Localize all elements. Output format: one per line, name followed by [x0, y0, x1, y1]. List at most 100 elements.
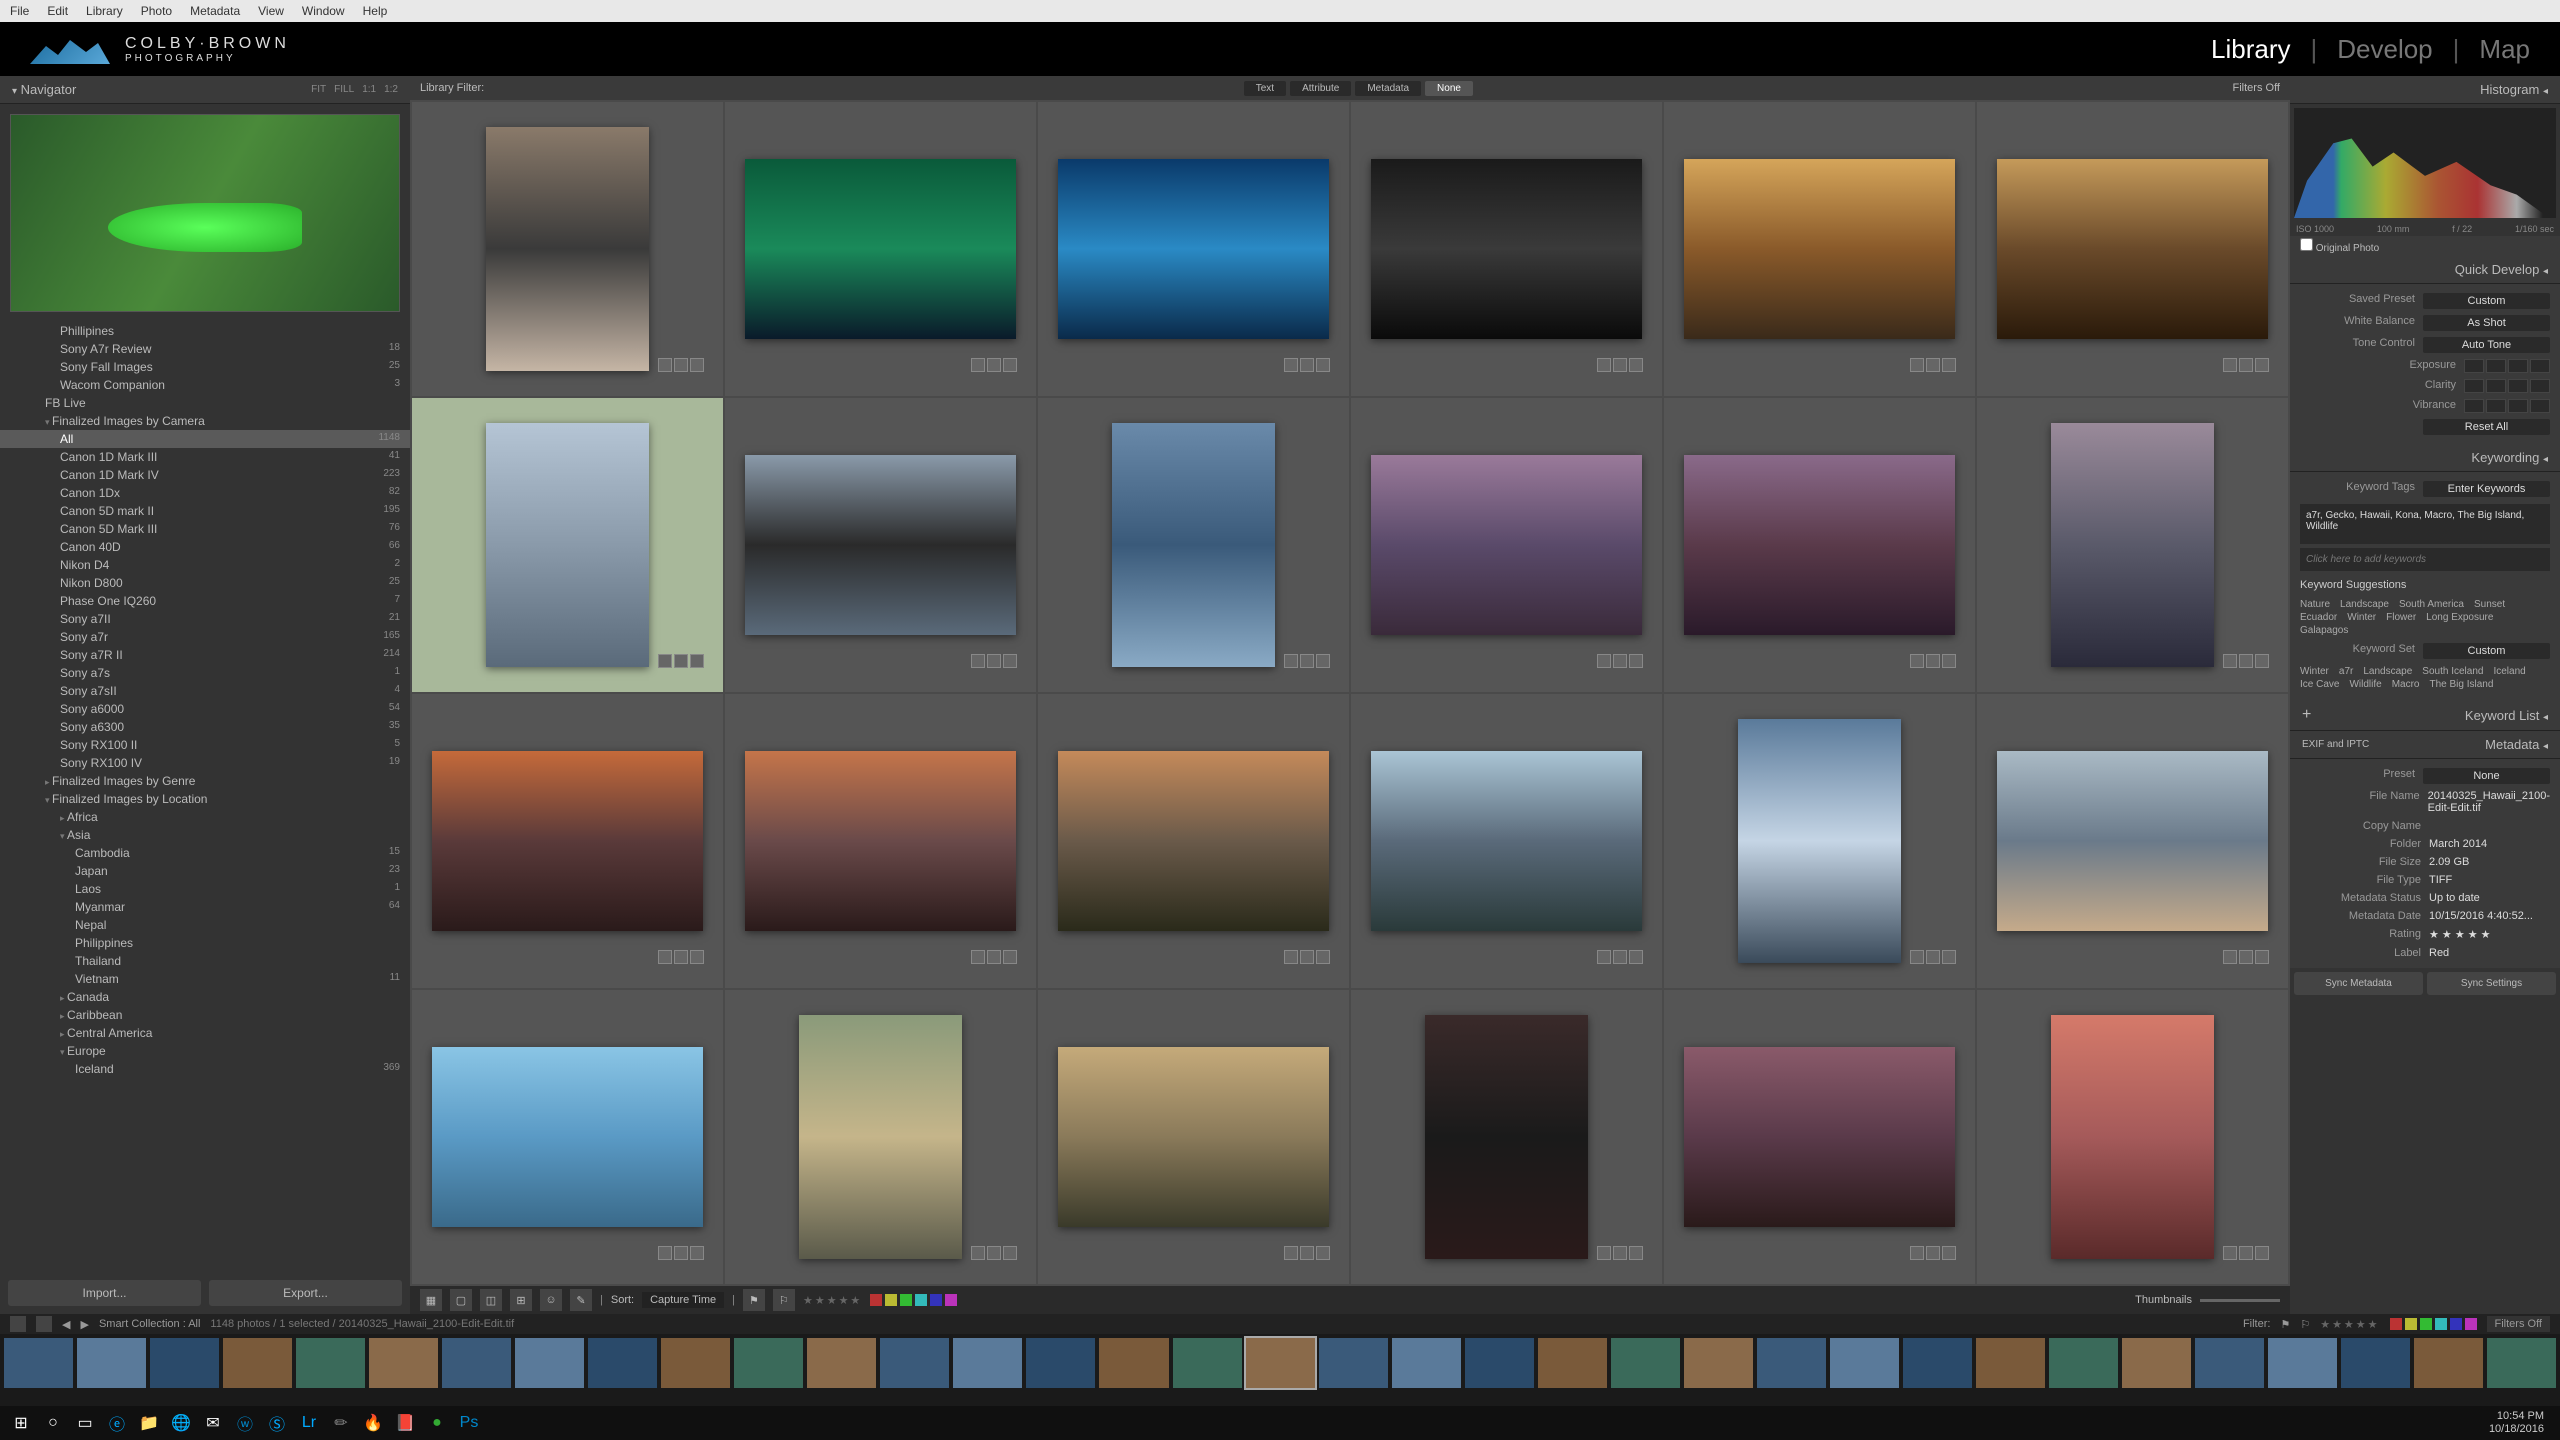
taskbar-app-icon[interactable]: ⓔ: [102, 1408, 132, 1438]
badge-icon[interactable]: [658, 1246, 672, 1260]
badge-icon[interactable]: [2255, 950, 2269, 964]
thumbnail[interactable]: [1371, 455, 1642, 636]
nav-1-2[interactable]: 1:2: [384, 84, 398, 95]
badge-icon[interactable]: [1613, 358, 1627, 372]
nav-back-icon[interactable]: ◀: [62, 1318, 70, 1331]
folder-row[interactable]: Philippines: [0, 934, 410, 952]
folder-row[interactable]: Nepal: [0, 916, 410, 934]
nav-fit[interactable]: FIT: [311, 84, 326, 95]
thumbnail[interactable]: [799, 1015, 962, 1260]
badge-icon[interactable]: [658, 950, 672, 964]
folder-row[interactable]: Asia: [0, 826, 410, 844]
folder-row[interactable]: Canon 40D66: [0, 538, 410, 556]
sync-settings-button[interactable]: Sync Settings: [2427, 972, 2556, 995]
grid-cell[interactable]: [1664, 694, 1975, 988]
filmstrip-thumb[interactable]: [1757, 1338, 1826, 1388]
color-label[interactable]: [870, 1294, 882, 1306]
module-develop[interactable]: Develop: [2337, 34, 2432, 65]
keywording-header[interactable]: Keywording ◂: [2290, 444, 2560, 472]
color-label[interactable]: [2435, 1318, 2447, 1330]
keyword-mode[interactable]: Enter Keywords: [2423, 481, 2550, 497]
badge-icon[interactable]: [1629, 950, 1643, 964]
sort-value[interactable]: Capture Time: [642, 1292, 724, 1308]
folder-row[interactable]: Vietnam11: [0, 970, 410, 988]
filmstrip-thumb[interactable]: [1099, 1338, 1168, 1388]
filmstrip-thumb[interactable]: [1465, 1338, 1534, 1388]
survey-view-icon[interactable]: ⊞: [510, 1289, 532, 1311]
badge-icon[interactable]: [1284, 1246, 1298, 1260]
preset-select[interactable]: Custom: [2423, 293, 2550, 309]
keyword-set-item[interactable]: South Iceland: [2422, 666, 2483, 677]
badge-icon[interactable]: [971, 950, 985, 964]
keyword-set-item[interactable]: Winter: [2300, 666, 2329, 677]
folder-row[interactable]: Sony a630035: [0, 718, 410, 736]
folder-row[interactable]: Finalized Images by Camera: [0, 412, 410, 430]
badge-icon[interactable]: [1597, 1246, 1611, 1260]
badge-icon[interactable]: [1942, 358, 1956, 372]
thumbnail[interactable]: [1058, 1047, 1329, 1228]
badge-icon[interactable]: [1942, 950, 1956, 964]
badge-icon[interactable]: [2239, 654, 2253, 668]
grid-cell[interactable]: [1664, 102, 1975, 396]
badge-icon[interactable]: [658, 358, 672, 372]
filmstrip-thumb[interactable]: [588, 1338, 657, 1388]
thumbnail[interactable]: [1058, 751, 1329, 932]
taskbar-app-icon[interactable]: ✏: [326, 1408, 356, 1438]
folder-row[interactable]: Sony a7II21: [0, 610, 410, 628]
keyword-input[interactable]: Click here to add keywords: [2300, 548, 2550, 571]
wb-select[interactable]: As Shot: [2423, 315, 2550, 331]
filmstrip-thumb[interactable]: [150, 1338, 219, 1388]
nav-fwd-icon[interactable]: ▶: [80, 1318, 88, 1331]
metadata-preset[interactable]: None: [2423, 768, 2550, 784]
grid-cell[interactable]: [412, 694, 723, 988]
taskbar-app-icon[interactable]: Lr: [294, 1408, 324, 1438]
thumbnail[interactable]: [1738, 719, 1901, 964]
grid-cell[interactable]: [725, 990, 1036, 1284]
badge-icon[interactable]: [1003, 950, 1017, 964]
grid-cell[interactable]: [1664, 398, 1975, 692]
flag-reject-icon[interactable]: ⚐: [773, 1289, 795, 1311]
folder-row[interactable]: Canada: [0, 988, 410, 1006]
grid-cell[interactable]: [1351, 102, 1662, 396]
grid-cell[interactable]: [725, 102, 1036, 396]
color-label[interactable]: [2405, 1318, 2417, 1330]
thumbnail[interactable]: [1058, 159, 1329, 340]
folder-row[interactable]: Myanmar64: [0, 898, 410, 916]
folder-row[interactable]: Phillipines: [0, 322, 410, 340]
filmstrip-thumb[interactable]: [2122, 1338, 2191, 1388]
thumbnail[interactable]: [2051, 423, 2214, 668]
grid-cell[interactable]: [1664, 990, 1975, 1284]
color-label[interactable]: [915, 1294, 927, 1306]
thumbnail[interactable]: [432, 751, 703, 932]
badge-icon[interactable]: [2255, 358, 2269, 372]
navigator-header[interactable]: ▾ Navigator FIT FILL 1:1 1:2: [0, 76, 410, 104]
color-label[interactable]: [2465, 1318, 2477, 1330]
keyword-suggestion[interactable]: Flower: [2386, 612, 2416, 623]
keyword-set-item[interactable]: a7r: [2339, 666, 2353, 677]
filmstrip-thumb[interactable]: [1830, 1338, 1899, 1388]
badge-icon[interactable]: [1284, 358, 1298, 372]
menu-view[interactable]: View: [258, 4, 284, 18]
folder-row[interactable]: Sony RX100 IV19: [0, 754, 410, 772]
grid-cell[interactable]: [1977, 990, 2288, 1284]
menu-photo[interactable]: Photo: [141, 4, 172, 18]
taskbar-app-icon[interactable]: ⊞: [6, 1408, 36, 1438]
filmstrip-thumb[interactable]: [1392, 1338, 1461, 1388]
badge-icon[interactable]: [1910, 654, 1924, 668]
keyword-set-item[interactable]: The Big Island: [2430, 679, 2494, 690]
badge-icon[interactable]: [1613, 654, 1627, 668]
badge-icon[interactable]: [658, 654, 672, 668]
color-label[interactable]: [2450, 1318, 2462, 1330]
export-button[interactable]: Export...: [209, 1280, 402, 1306]
filmstrip-thumb[interactable]: [1246, 1338, 1315, 1388]
filmstrip-thumb[interactable]: [2268, 1338, 2337, 1388]
badge-icon[interactable]: [1942, 1246, 1956, 1260]
keyword-suggestion[interactable]: Nature: [2300, 599, 2330, 610]
badge-icon[interactable]: [1613, 950, 1627, 964]
grid-cell[interactable]: [1038, 102, 1349, 396]
badge-icon[interactable]: [2223, 950, 2237, 964]
badge-icon[interactable]: [1316, 654, 1330, 668]
menu-metadata[interactable]: Metadata: [190, 4, 240, 18]
compare-view-icon[interactable]: ◫: [480, 1289, 502, 1311]
color-label[interactable]: [945, 1294, 957, 1306]
